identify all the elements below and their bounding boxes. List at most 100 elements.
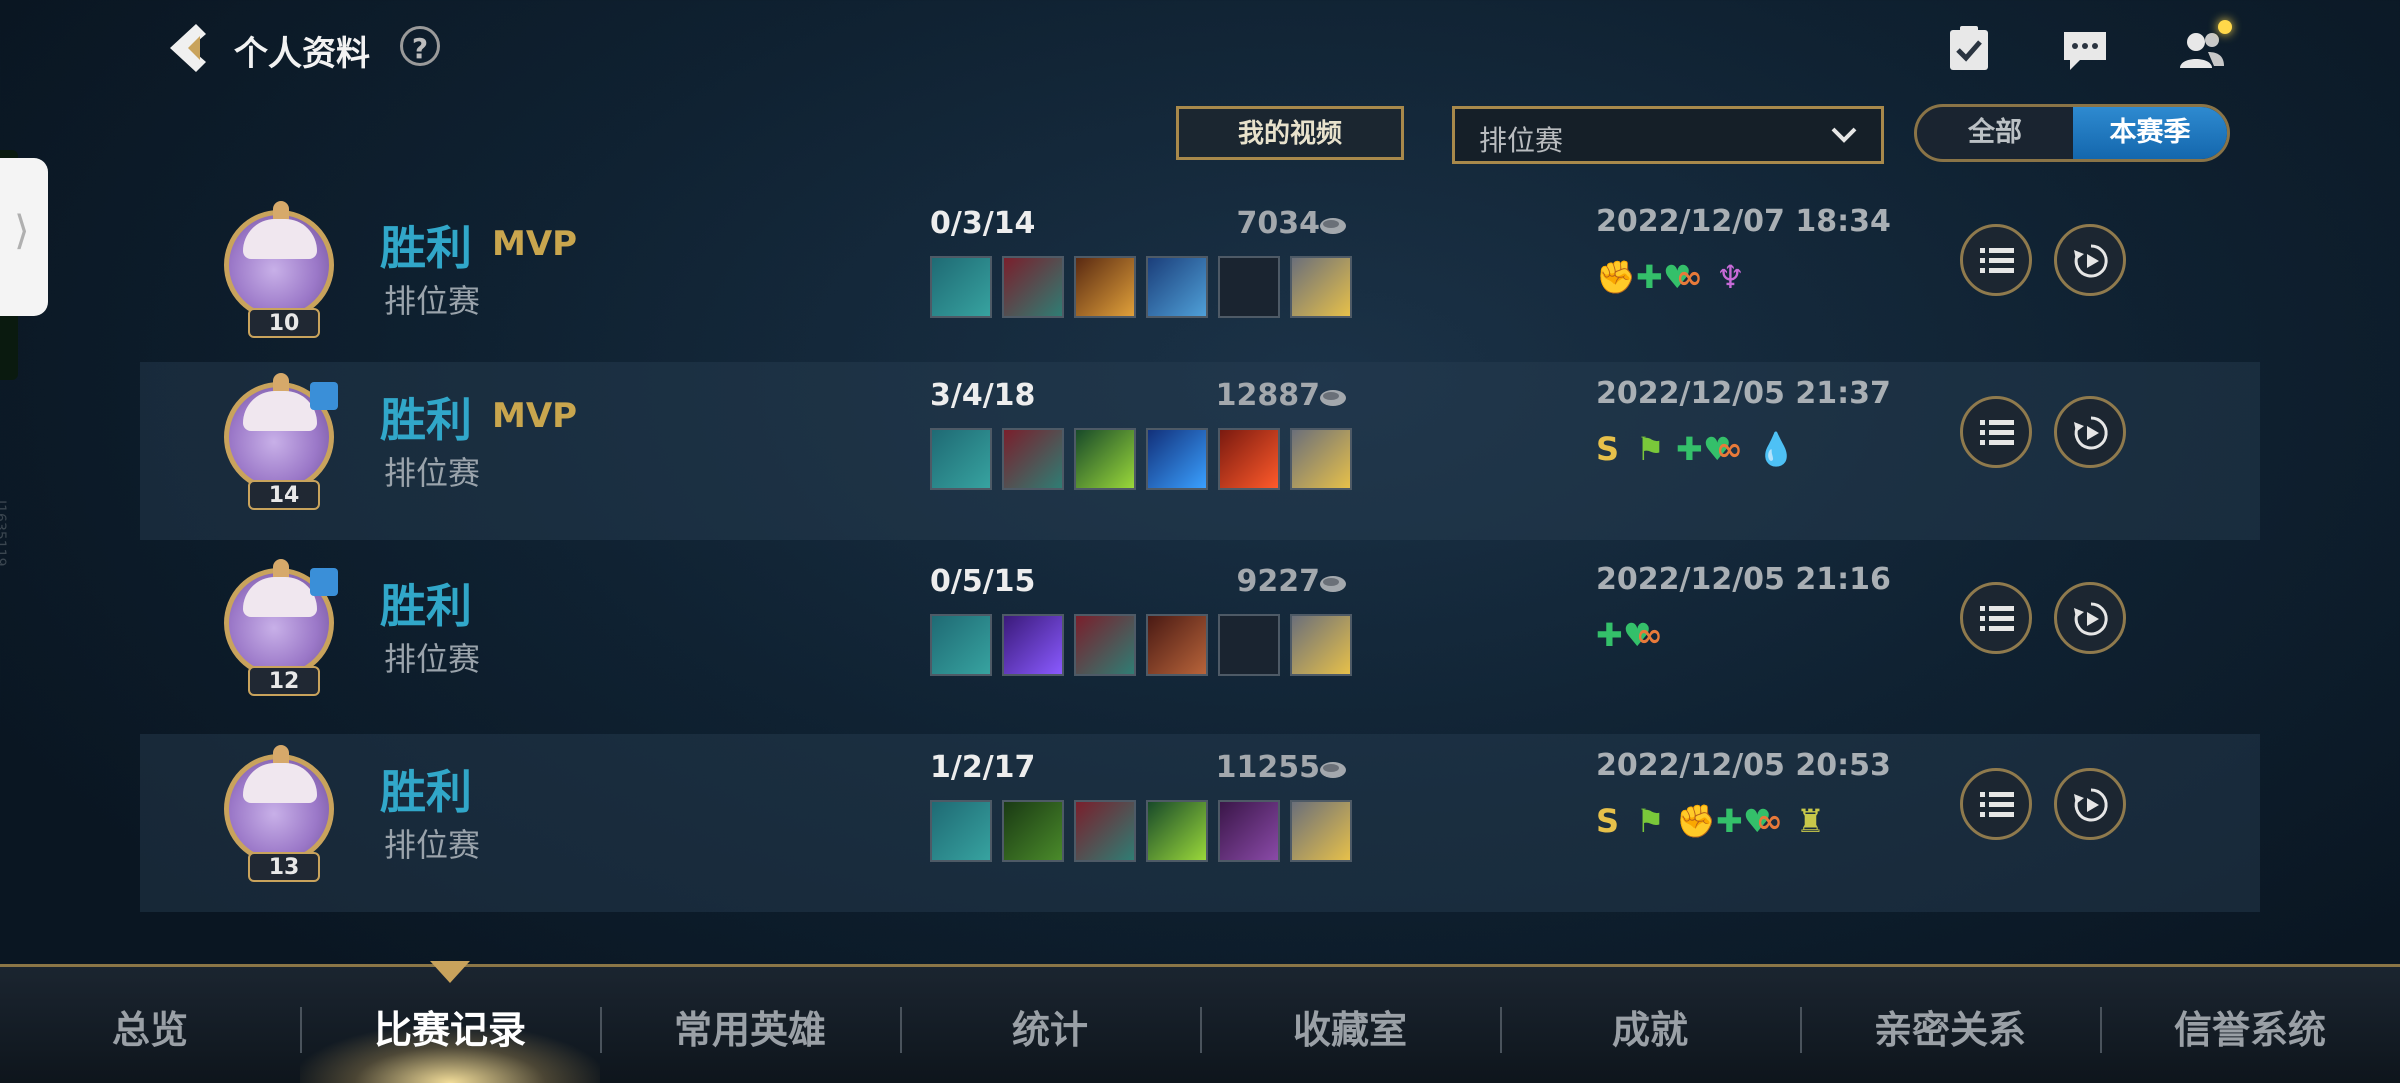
feather-ward-item[interactable] — [1290, 256, 1352, 318]
list-icon — [1980, 420, 2014, 445]
match-mode: 排位赛 — [384, 282, 481, 320]
dark-armor-item[interactable] — [1002, 428, 1064, 490]
nav-separator — [2100, 1007, 2102, 1053]
match-row[interactable]: 13 胜利 排位赛 1/2/17 11255 2022/12/05 20:53 S ⚑ ✊ ✚♥ ∞… — [140, 734, 2260, 912]
nav-tab[interactable]: 成就 — [1500, 999, 1800, 1054]
team-icon — [310, 382, 338, 410]
purple-tome-item[interactable] — [1218, 800, 1280, 862]
flag-badge: ⚑ — [1636, 802, 1665, 840]
match-result: 胜利 — [380, 765, 472, 819]
replay-button[interactable] — [2054, 224, 2126, 296]
back-arrow-icon[interactable] — [160, 18, 220, 78]
nav-tab[interactable]: 比赛记录 — [300, 999, 600, 1054]
fire-potion-item[interactable] — [1218, 428, 1280, 490]
flag-badge: ⚑ — [1636, 430, 1665, 468]
mode-select-value: 排位赛 — [1479, 124, 1564, 157]
green-orb-item[interactable] — [1146, 800, 1208, 862]
s-rank-badge: S — [1596, 802, 1620, 840]
gold-icon — [1320, 762, 1346, 778]
nav-tab[interactable]: 总览 — [0, 999, 300, 1054]
top-bar: 个人资料 ? — [0, 0, 2400, 100]
side-drawer-handle[interactable]: ⟩ — [0, 158, 48, 316]
scythe-item[interactable] — [930, 256, 992, 318]
details-list-button[interactable] — [1960, 582, 2032, 654]
side-label: I1635119 — [0, 500, 8, 567]
kda: 3/4/18 — [930, 378, 1036, 413]
gold-icon — [1320, 576, 1346, 592]
season-option-current[interactable]: 本赛季 — [2073, 107, 2227, 159]
bottom-nav: 总览 比赛记录 常用英雄 统计 收藏室 成就 亲密关系 信誉系统 — [0, 961, 2400, 1083]
dark-armor-item[interactable] — [1002, 256, 1064, 318]
nav-tab[interactable]: 收藏室 — [1200, 999, 1500, 1054]
blue-dragon-item[interactable] — [1146, 428, 1208, 490]
details-list-button[interactable] — [1960, 224, 2032, 296]
droplet-badge: 💧 — [1756, 430, 1796, 468]
scythe-item[interactable] — [930, 614, 992, 676]
nav-separator — [300, 1007, 302, 1053]
replay-button[interactable] — [2054, 396, 2126, 468]
match-row[interactable]: 14 胜利 MVP 排位赛 3/4/18 12887 2022/12/05 21:37 S ⚑ ✚… — [140, 362, 2260, 540]
details-list-button[interactable] — [1960, 396, 2032, 468]
feather-ward-item[interactable] — [1290, 614, 1352, 676]
nav-tab[interactable]: 亲密关系 — [1800, 999, 2100, 1054]
nav-tab[interactable]: 常用英雄 — [600, 999, 900, 1054]
match-row[interactable]: 12 胜利 排位赛 0/5/15 9227 2022/12/05 21:16 ✚♥ ∞ — [140, 548, 2260, 726]
red-tome-item[interactable] — [1146, 614, 1208, 676]
avatar-hair — [243, 763, 317, 803]
blue-tome-item[interactable] — [1146, 256, 1208, 318]
friends-icon[interactable] — [2176, 24, 2226, 74]
scythe-item[interactable] — [930, 800, 992, 862]
empty-slot[interactable] — [1218, 256, 1280, 318]
match-mode: 排位赛 — [384, 640, 481, 678]
gold-hammer-item[interactable] — [1074, 256, 1136, 318]
mode-select[interactable]: 排位赛 — [1452, 106, 1884, 164]
my-videos-button[interactable]: 我的视频 — [1176, 106, 1404, 160]
chain-badge: ∞ — [1756, 802, 1783, 840]
match-date: 2022/12/07 18:34 — [1596, 204, 1891, 239]
feather-ward-item[interactable] — [1290, 800, 1352, 862]
dark-armor-item[interactable] — [1074, 614, 1136, 676]
scythe-item[interactable] — [930, 428, 992, 490]
chevron-down-icon — [1831, 127, 1857, 143]
nav-separator — [1200, 1007, 1202, 1053]
match-date: 2022/12/05 21:37 — [1596, 376, 1891, 411]
details-list-button[interactable] — [1960, 768, 2032, 840]
match-row[interactable]: 10 胜利 MVP 排位赛 0/3/14 7034 2022/12/07 18:34 ✊ ✚♥ ∞… — [140, 190, 2260, 368]
replay-icon — [2074, 602, 2108, 636]
replay-button[interactable] — [2054, 768, 2126, 840]
chain-badge: ∞ — [1636, 616, 1663, 654]
chain-badge: ∞ — [1716, 430, 1743, 468]
match-mode: 排位赛 — [384, 826, 481, 864]
season-option-all[interactable]: 全部 — [1917, 107, 2073, 159]
nav-tab[interactable]: 统计 — [900, 999, 1200, 1054]
green-orb-item[interactable] — [1074, 428, 1136, 490]
match-mode: 排位赛 — [384, 454, 481, 492]
match-date: 2022/12/05 21:16 — [1596, 562, 1891, 597]
team-icon — [310, 568, 338, 596]
match-result: 胜利 — [380, 393, 472, 447]
nav-tab[interactable]: 信誉系统 — [2100, 999, 2400, 1054]
help-icon[interactable]: ? — [400, 26, 440, 66]
chat-icon[interactable] — [2060, 24, 2110, 74]
champion-level: 10 — [248, 308, 320, 338]
replay-icon — [2074, 244, 2108, 278]
kda: 0/3/14 — [930, 206, 1036, 241]
notification-dot — [2218, 20, 2232, 34]
dark-armor-item[interactable] — [1074, 800, 1136, 862]
kda: 1/2/17 — [930, 750, 1036, 785]
purple-crystal-item[interactable] — [1002, 614, 1064, 676]
match-result: 胜利 — [380, 221, 472, 275]
avatar-hair — [243, 391, 317, 431]
nav-separator — [900, 1007, 902, 1053]
match-date: 2022/12/05 20:53 — [1596, 748, 1891, 783]
feather-ward-item[interactable] — [1290, 428, 1352, 490]
clipboard-check-icon[interactable] — [1944, 24, 1994, 74]
tower-badge: ♜ — [1796, 802, 1825, 840]
replay-button[interactable] — [2054, 582, 2126, 654]
empty-slot[interactable] — [1218, 614, 1280, 676]
page-title: 个人资料 — [234, 34, 370, 74]
s-rank-badge: S — [1596, 430, 1620, 468]
champion-avatar — [224, 201, 334, 320]
season-toggle: 全部 本赛季 — [1914, 104, 2230, 162]
green-shield-item[interactable] — [1002, 800, 1064, 862]
